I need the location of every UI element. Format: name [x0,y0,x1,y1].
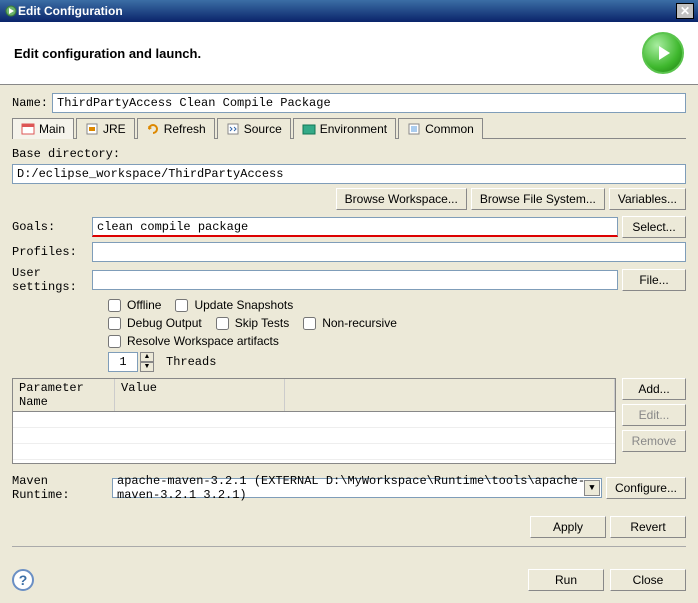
remove-button: Remove [622,430,686,452]
base-directory-input[interactable] [12,164,686,184]
name-input[interactable] [52,93,686,113]
goals-input[interactable] [92,217,618,237]
environment-icon [302,122,316,136]
maven-runtime-select[interactable]: apache-maven-3.2.1 (EXTERNAL D:\MyWorksp… [112,478,602,498]
table-row[interactable] [13,428,615,444]
table-row[interactable] [13,460,615,464]
browse-filesystem-button[interactable]: Browse File System... [471,188,605,210]
user-settings-file-button[interactable]: File... [622,269,686,291]
tab-source[interactable]: Source [217,118,291,139]
user-settings-input[interactable] [92,270,618,290]
goals-select-button[interactable]: Select... [622,216,686,238]
profiles-label: Profiles: [12,245,92,259]
threads-down-button[interactable]: ▼ [140,362,154,372]
tab-jre[interactable]: JRE [76,118,135,139]
threads-label: Threads [166,355,216,369]
profiles-input[interactable] [92,242,686,262]
edit-button: Edit... [622,404,686,426]
threads-spinner[interactable]: ▲ ▼ [108,352,154,372]
table-row[interactable] [13,412,615,428]
threads-up-button[interactable]: ▲ [140,352,154,362]
close-button[interactable]: Close [610,569,686,591]
variables-button[interactable]: Variables... [609,188,686,210]
configure-button[interactable]: Configure... [606,477,686,499]
refresh-icon [146,122,160,136]
debug-output-checkbox[interactable]: Debug Output [108,316,202,330]
goals-label: Goals: [12,220,92,234]
skip-tests-checkbox[interactable]: Skip Tests [216,316,289,330]
maven-runtime-label: Maven Runtime: [12,474,112,502]
tab-common[interactable]: Common [398,118,483,139]
dialog-header: Edit configuration and launch. [0,22,698,85]
source-icon [226,122,240,136]
revert-button[interactable]: Revert [610,516,686,538]
tab-refresh[interactable]: Refresh [137,118,215,139]
update-snapshots-checkbox[interactable]: Update Snapshots [175,298,293,312]
tab-bar: Main JRE Refresh Source Environment Comm… [12,117,686,139]
name-label: Name: [12,96,52,110]
table-header-name: Parameter Name [13,379,115,411]
chevron-down-icon: ▼ [584,480,600,496]
threads-value[interactable] [108,352,138,372]
table-header-value: Value [115,379,285,411]
header-text: Edit configuration and launch. [14,46,642,61]
main-icon [21,122,35,136]
common-icon [407,122,421,136]
run-icon [642,32,684,74]
jre-icon [85,122,99,136]
add-button[interactable]: Add... [622,378,686,400]
non-recursive-checkbox[interactable]: Non-recursive [303,316,397,330]
base-directory-label: Base directory: [12,147,686,161]
apply-button[interactable]: Apply [530,516,606,538]
run-button[interactable]: Run [528,569,604,591]
tab-environment[interactable]: Environment [293,118,396,139]
browse-workspace-button[interactable]: Browse Workspace... [336,188,467,210]
close-icon[interactable]: ✕ [676,3,694,19]
offline-checkbox[interactable]: Offline [108,298,161,312]
help-icon[interactable]: ? [12,569,34,591]
titlebar: Edit Configuration ✕ [0,0,698,22]
titlebar-title: Edit Configuration [18,4,676,18]
tab-main[interactable]: Main [12,118,74,139]
table-header-blank [285,379,615,411]
table-row[interactable] [13,444,615,460]
app-icon [4,4,18,18]
user-settings-label: User settings: [12,266,92,294]
parameters-table[interactable]: Parameter Name Value [12,378,616,464]
resolve-workspace-checkbox[interactable]: Resolve Workspace artifacts [108,334,279,348]
